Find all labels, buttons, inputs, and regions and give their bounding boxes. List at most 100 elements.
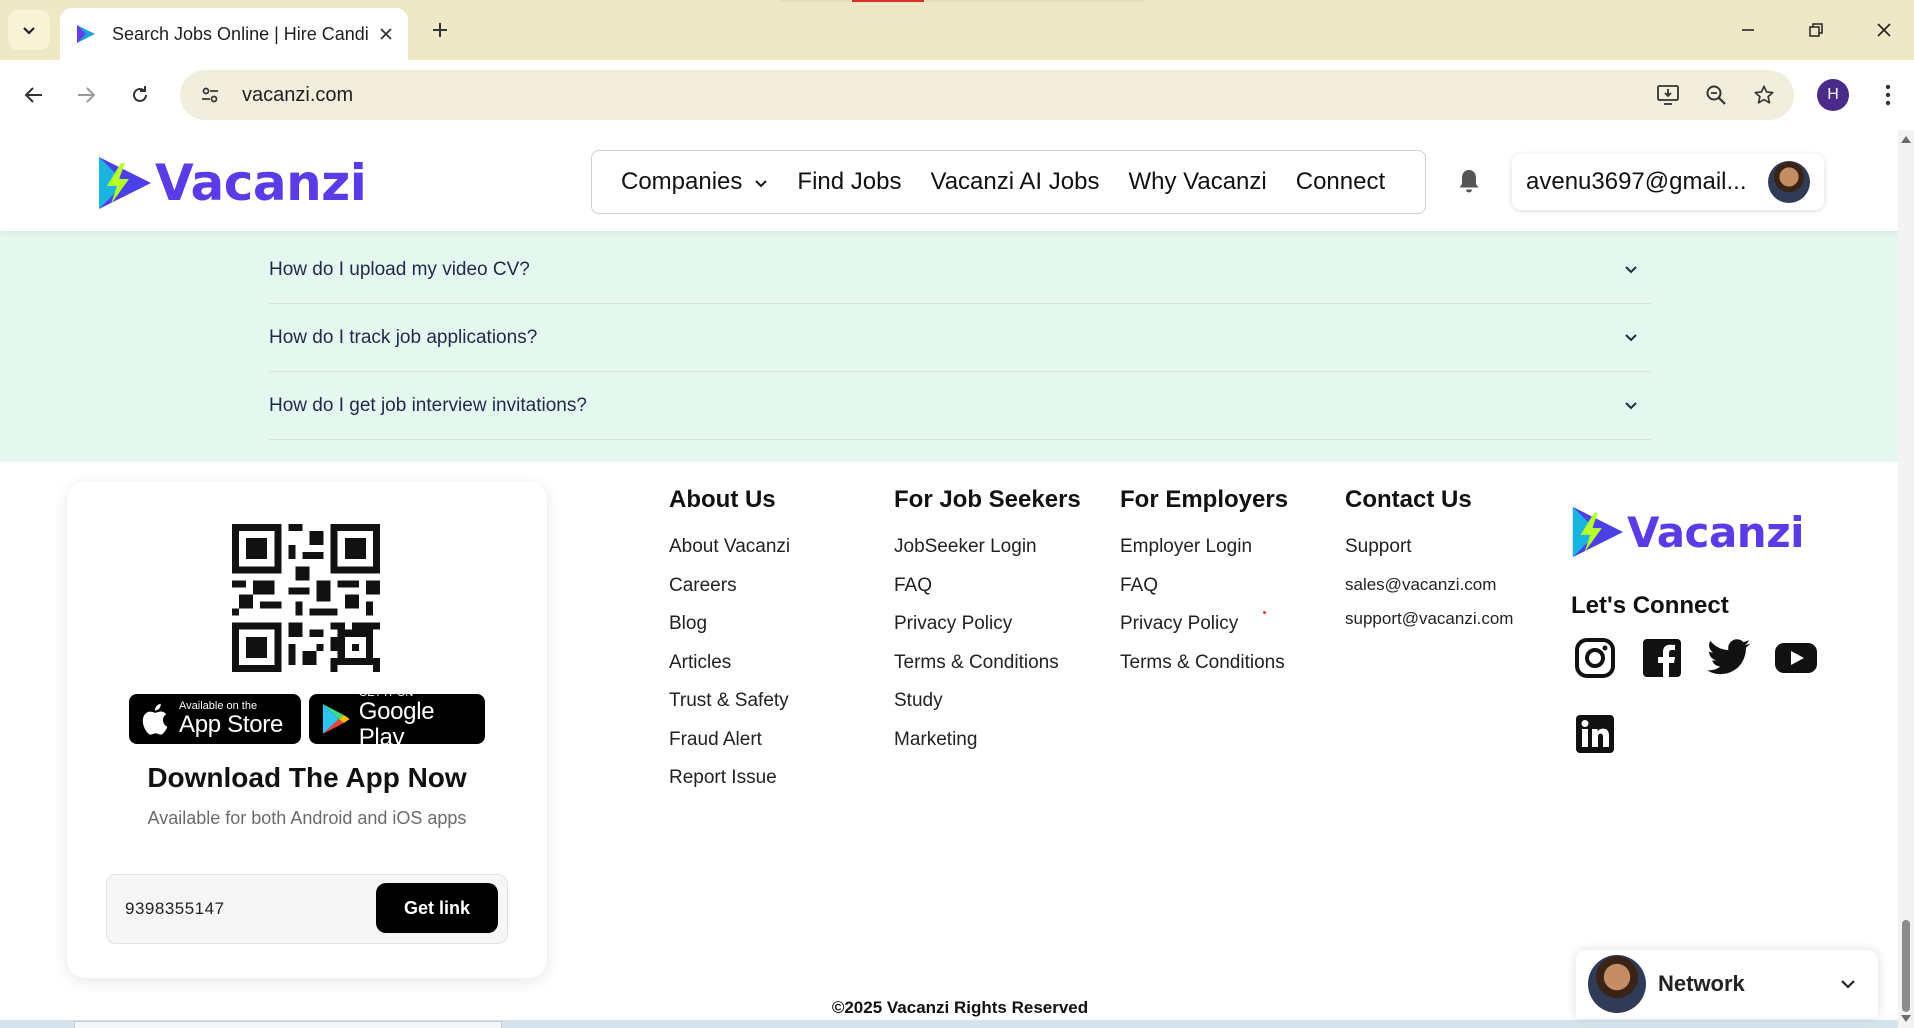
phone-link-form: 9398355147 Get link [106, 874, 508, 944]
site-header: Vacanzi Companies Find Jobs Vacanzi AI J… [0, 130, 1898, 231]
faq-question: How do I upload my video CV? [269, 258, 530, 280]
linkedin-icon[interactable] [1573, 712, 1617, 756]
tab-strip: Search Jobs Online | Hire Candi [0, 0, 1914, 60]
new-tab-icon[interactable] [424, 14, 456, 46]
footer-link[interactable]: JobSeeker Login [894, 536, 1081, 575]
vacanzi-logo-icon [99, 157, 151, 209]
phone-input[interactable]: 9398355147 [125, 899, 225, 919]
faq-question: How do I get job interview invitations? [269, 394, 587, 416]
zoom-icon[interactable] [1698, 77, 1734, 113]
footer-link[interactable]: About Vacanzi [669, 536, 790, 575]
site-settings-icon[interactable] [192, 77, 228, 113]
bookmark-star-icon[interactable] [1746, 77, 1782, 113]
menu-kebab-icon[interactable] [1872, 77, 1904, 113]
footer-sales-email[interactable]: sales@vacanzi.com [1345, 575, 1513, 609]
url-text[interactable]: vacanzi.com [242, 84, 1650, 107]
facebook-icon[interactable] [1640, 636, 1684, 680]
app-download-card: Available on the App Store GET IT ON Goo… [67, 482, 547, 978]
footer-link[interactable]: Privacy Policy [1120, 613, 1288, 652]
back-icon[interactable] [16, 77, 52, 113]
download-title: Download The App Now [147, 762, 467, 793]
footer-link[interactable]: Articles [669, 652, 790, 691]
chevron-down-icon[interactable] [1836, 972, 1860, 996]
minimize-icon[interactable] [1732, 14, 1764, 46]
scroll-down-arrow[interactable] [1901, 1015, 1911, 1022]
page-viewport: Vacanzi Companies Find Jobs Vacanzi AI J… [0, 130, 1898, 1028]
notification-bell-icon[interactable] [1455, 166, 1483, 196]
footer-link[interactable]: Marketing [894, 729, 1081, 768]
reload-icon[interactable] [122, 77, 158, 113]
tab-search-icon[interactable] [8, 10, 50, 50]
app-store-big-text: App Store [179, 711, 284, 738]
footer-seekers-heading: For Job Seekers [894, 486, 1081, 513]
faq-item[interactable]: How do I get job interview invitations? [269, 372, 1651, 440]
footer-link[interactable]: Employer Login [1120, 536, 1288, 575]
account-menu[interactable]: avenu3697@gmail... [1512, 154, 1824, 210]
lets-connect-heading: Let's Connect [1571, 592, 1729, 619]
footer-seekers-column: For Job Seekers JobSeeker Login FAQ Priv… [894, 486, 1081, 767]
chevron-down-icon[interactable] [1621, 328, 1641, 348]
decorative-dot [1263, 611, 1266, 614]
faq-item[interactable]: How do I upload my video CV? [269, 236, 1651, 304]
site-logo[interactable]: Vacanzi [95, 154, 367, 212]
nav-companies-label: Companies [621, 168, 743, 195]
network-widget[interactable]: Network [1576, 950, 1878, 1018]
vacanzi-logo-icon [1572, 506, 1624, 558]
footer-employers-column: For Employers Employer Login FAQ Privacy… [1120, 486, 1288, 690]
footer-support-email[interactable]: support@vacanzi.com [1345, 609, 1513, 643]
footer-link[interactable]: Privacy Policy [894, 613, 1081, 652]
google-play-button[interactable]: GET IT ON Google Play [309, 687, 485, 751]
nav-why-vacanzi[interactable]: Why Vacanzi [1128, 168, 1266, 196]
footer-link[interactable]: Fraud Alert [669, 729, 790, 768]
restore-icon[interactable] [1800, 14, 1832, 46]
footer-link[interactable]: Careers [669, 575, 790, 614]
footer-about-heading: About Us [669, 486, 776, 513]
footer-support-link[interactable]: Support [1345, 536, 1513, 575]
page-scrollbar[interactable] [1898, 130, 1914, 1028]
chevron-down-icon[interactable] [1621, 396, 1641, 416]
download-subtitle: Available for both Android and iOS apps [147, 808, 467, 828]
youtube-icon[interactable] [1774, 636, 1818, 680]
logo-text: Vacanzi [155, 154, 367, 212]
google-play-big-text: Google Play [358, 698, 435, 751]
user-avatar [1588, 955, 1646, 1013]
instagram-icon[interactable] [1573, 636, 1617, 680]
faq-section: How do I upload my video CV? How do I tr… [0, 231, 1898, 462]
footer-link[interactable]: Report Issue [669, 767, 790, 806]
nav-ai-jobs[interactable]: Vacanzi AI Jobs [930, 168, 1099, 196]
active-tab[interactable]: Search Jobs Online | Hire Candi [60, 8, 408, 60]
qr-code [232, 524, 380, 672]
forward-icon[interactable] [68, 77, 104, 113]
network-label: Network [1658, 971, 1745, 996]
get-link-button[interactable]: Get link [376, 883, 498, 933]
google-play-icon [322, 704, 350, 734]
account-email: avenu3697@gmail... [1526, 168, 1747, 195]
close-tab-icon[interactable] [376, 24, 396, 44]
footer-logo[interactable]: Vacanzi [1569, 504, 1805, 560]
footer-about-column: About Us About Vacanzi Careers Blog Arti… [669, 486, 790, 806]
nav-connect[interactable]: Connect [1296, 168, 1385, 196]
scroll-up-arrow[interactable] [1901, 136, 1911, 143]
chevron-down-icon[interactable] [1621, 260, 1641, 280]
faq-item[interactable]: How do I track job applications? [269, 304, 1651, 372]
footer-link[interactable]: FAQ [1120, 575, 1288, 614]
footer-link[interactable]: Trust & Safety [669, 690, 790, 729]
footer-link[interactable]: FAQ [894, 575, 1081, 614]
tab-title: Search Jobs Online | Hire Candi [112, 23, 369, 44]
app-store-button[interactable]: Available on the App Store [129, 694, 301, 744]
footer-link[interactable]: Terms & Conditions [1120, 652, 1288, 691]
footer-employers-heading: For Employers [1120, 486, 1289, 513]
favicon [77, 25, 95, 43]
footer-contact-heading: Contact Us [1345, 486, 1472, 513]
close-window-icon[interactable] [1868, 14, 1900, 46]
nav-companies[interactable]: Companies [621, 168, 768, 196]
footer-link[interactable]: Study [894, 690, 1081, 729]
footer-link[interactable]: Blog [669, 613, 790, 652]
twitter-icon[interactable] [1707, 636, 1751, 680]
footer-link[interactable]: Terms & Conditions [894, 652, 1081, 691]
scroll-thumb[interactable] [1902, 920, 1910, 1012]
profile-avatar[interactable]: H [1817, 79, 1849, 111]
address-bar[interactable]: vacanzi.com [180, 70, 1794, 120]
nav-find-jobs[interactable]: Find Jobs [797, 168, 901, 196]
install-app-icon[interactable] [1650, 77, 1686, 113]
